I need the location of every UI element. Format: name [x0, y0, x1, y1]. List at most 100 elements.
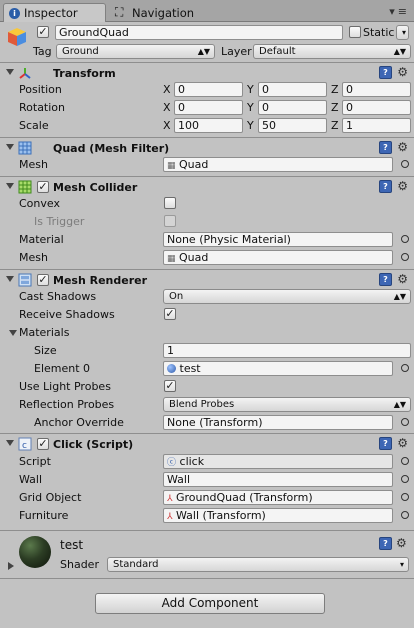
help-book-icon[interactable]: ?	[379, 66, 392, 79]
rotation-z-label[interactable]: Z	[331, 101, 339, 114]
scale-y-label[interactable]: Y	[247, 119, 254, 132]
material-sphere-icon	[167, 364, 176, 373]
scale-x-field[interactable]: 100	[174, 118, 243, 133]
mesh-collider-title: Mesh Collider	[53, 181, 138, 194]
position-x-label[interactable]: X	[163, 83, 171, 96]
active-checkbox[interactable]: ✓	[37, 26, 49, 38]
convex-checkbox[interactable]	[164, 197, 176, 209]
rotation-z-field[interactable]: 0	[342, 100, 411, 115]
scale-z-label[interactable]: Z	[331, 119, 339, 132]
materials-foldout-arrow-icon[interactable]	[9, 330, 17, 336]
mesh-filter-mesh-field[interactable]: ▦ Quad	[163, 157, 393, 172]
convex-label: Convex	[19, 197, 60, 210]
help-book-icon[interactable]: ?	[379, 437, 392, 450]
scale-z-field[interactable]: 1	[342, 118, 411, 133]
click-script-title: Click (Script)	[53, 438, 134, 451]
receive-shadows-checkbox[interactable]: ✓	[164, 308, 176, 320]
chevron-down-icon: ▲▼	[393, 292, 406, 301]
anchor-override-field[interactable]: None (Transform)	[163, 415, 393, 430]
gear-icon[interactable]: ⚙	[397, 65, 408, 79]
mesh-collider-enabled-checkbox[interactable]: ✓	[37, 181, 49, 193]
foldout-arrow-icon[interactable]	[6, 276, 14, 282]
help-book-icon[interactable]: ?	[379, 273, 392, 286]
material-preview-sphere[interactable]	[19, 536, 51, 568]
mesh-filter-header[interactable]: Quad (Mesh Filter) ? ⚙	[0, 139, 414, 157]
shader-dropdown[interactable]: Standard ▾	[107, 557, 409, 572]
help-book-icon[interactable]: ?	[379, 141, 392, 154]
click-script-enabled-checkbox[interactable]: ✓	[37, 438, 49, 450]
add-component-button[interactable]: Add Component	[95, 593, 325, 614]
tab-navigation[interactable]: ⛶ Navigation	[110, 3, 220, 22]
static-checkbox[interactable]	[349, 26, 361, 38]
rotation-label: Rotation	[19, 101, 66, 114]
transform-header[interactable]: Transform ? ⚙	[0, 64, 414, 82]
object-picker-icon[interactable]	[401, 511, 409, 519]
object-picker-icon[interactable]	[401, 364, 409, 372]
position-z-field[interactable]: 0	[342, 82, 411, 97]
reflection-probes-dropdown[interactable]: Blend Probes ▲▼	[163, 397, 411, 412]
element-0-value: test	[179, 362, 201, 375]
script-file-icon: ⓒ	[167, 458, 177, 468]
gear-icon[interactable]: ⚙	[397, 140, 408, 154]
click-script-header[interactable]: c ✓ Click (Script) ? ⚙	[0, 435, 414, 453]
object-picker-icon[interactable]	[401, 160, 409, 168]
window-menu-icon[interactable]: ▾≡	[389, 5, 410, 18]
position-y-label[interactable]: Y	[247, 83, 254, 96]
help-book-icon[interactable]: ?	[379, 180, 392, 193]
element-0-field[interactable]: test	[163, 361, 393, 376]
gear-icon[interactable]: ⚙	[397, 436, 408, 450]
object-picker-icon[interactable]	[401, 418, 409, 426]
object-picker-icon[interactable]	[401, 235, 409, 243]
gear-icon[interactable]: ⚙	[397, 272, 408, 286]
separator	[0, 269, 414, 270]
gear-icon[interactable]: ⚙	[397, 179, 408, 193]
material-foldout-arrow-icon[interactable]	[8, 562, 14, 570]
object-picker-icon[interactable]	[401, 457, 409, 465]
foldout-arrow-icon[interactable]	[6, 69, 14, 75]
object-picker-icon[interactable]	[401, 475, 409, 483]
wall-field[interactable]: Wall	[163, 472, 393, 487]
rotation-x-label[interactable]: X	[163, 101, 171, 114]
mesh-renderer-header[interactable]: ✓ Mesh Renderer ? ⚙	[0, 271, 414, 289]
mesh-collider-icon	[18, 180, 32, 194]
separator	[0, 176, 414, 177]
rotation-y-label[interactable]: Y	[247, 101, 254, 114]
mesh-filter-grid-icon	[18, 141, 32, 155]
object-picker-icon[interactable]	[401, 253, 409, 261]
use-light-probes-checkbox[interactable]: ✓	[164, 380, 176, 392]
mesh-renderer-enabled-checkbox[interactable]: ✓	[37, 274, 49, 286]
position-x-field[interactable]: 0	[174, 82, 243, 97]
furniture-field[interactable]: ⅄ Wall (Transform)	[163, 508, 393, 523]
foldout-arrow-icon[interactable]	[6, 183, 14, 189]
object-picker-icon[interactable]	[401, 493, 409, 501]
layer-dropdown[interactable]: Default ▲▼	[253, 44, 411, 59]
help-book-icon[interactable]: ?	[379, 537, 392, 550]
rotation-x-field[interactable]: 0	[174, 100, 243, 115]
foldout-arrow-icon[interactable]	[6, 144, 14, 150]
script-value: click	[179, 455, 205, 468]
rotation-y-field[interactable]: 0	[258, 100, 327, 115]
foldout-arrow-icon[interactable]	[6, 440, 14, 446]
static-dropdown[interactable]: ▾	[396, 25, 409, 40]
mesh-filter-title: Quad (Mesh Filter)	[53, 142, 170, 155]
materials-size-field[interactable]: 1	[163, 343, 411, 358]
physic-material-field[interactable]: None (Physic Material)	[163, 232, 393, 247]
separator	[0, 137, 414, 138]
shader-label: Shader	[60, 558, 99, 571]
script-icon: c	[18, 437, 32, 451]
cast-shadows-dropdown[interactable]: On ▲▼	[163, 289, 411, 304]
layer-label: Layer	[221, 45, 252, 58]
scale-y-field[interactable]: 50	[258, 118, 327, 133]
tab-inspector[interactable]: i Inspector	[3, 3, 106, 22]
object-name-field[interactable]: GroundQuad	[55, 25, 343, 40]
mesh-collider-header[interactable]: ✓ Mesh Collider ? ⚙	[0, 178, 414, 196]
position-z-label[interactable]: Z	[331, 83, 339, 96]
scale-x-label[interactable]: X	[163, 119, 171, 132]
tag-dropdown[interactable]: Ground ▲▼	[56, 44, 215, 59]
mesh-collider-mesh-field[interactable]: ▦ Quad	[163, 250, 393, 265]
separator	[0, 62, 414, 63]
materials-label[interactable]: Materials	[19, 326, 69, 339]
position-y-field[interactable]: 0	[258, 82, 327, 97]
grid-object-field[interactable]: ⅄ GroundQuad (Transform)	[163, 490, 393, 505]
gear-icon[interactable]: ⚙	[396, 536, 407, 550]
